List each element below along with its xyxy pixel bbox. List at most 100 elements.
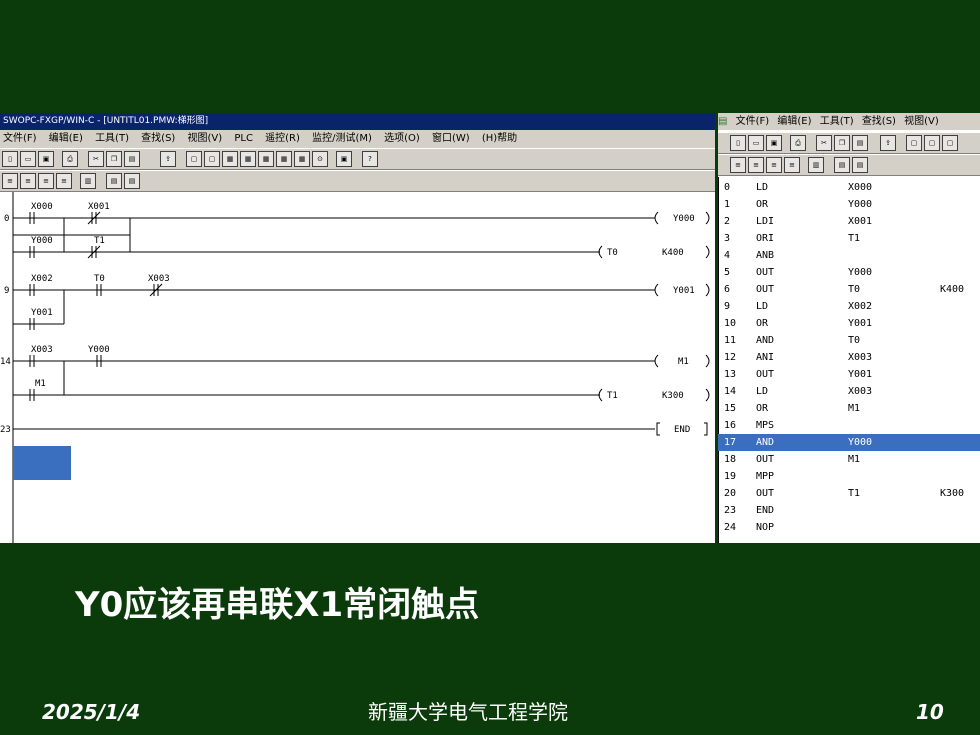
list-item[interactable]: 4 ANB [718, 247, 980, 264]
verify-icon[interactable]: ▦ [222, 151, 238, 167]
coil-constant[interactable]: K300 [662, 391, 684, 401]
list-item[interactable]: 1 OR Y000 [718, 196, 980, 213]
menu-find[interactable]: 查找(S) [862, 116, 896, 127]
write-icon[interactable]: ▢ [204, 151, 220, 167]
paste-icon[interactable]: ▤ [852, 135, 868, 151]
open-folder-icon[interactable]: ▭ [748, 135, 764, 151]
list-item[interactable]: 0 LD X000 [718, 179, 980, 196]
verify-icon[interactable]: ▢ [942, 135, 958, 151]
list-item[interactable]: 17 AND Y000 [718, 434, 980, 451]
read-icon[interactable]: ▢ [186, 151, 202, 167]
read-icon[interactable]: ▢ [906, 135, 922, 151]
zoom-in-icon[interactable]: ▤ [106, 173, 122, 189]
list-item[interactable]: 15 OR M1 [718, 400, 980, 417]
list-item[interactable]: 12 ANI X003 [718, 349, 980, 366]
list-item[interactable]: 9 LD X002 [718, 298, 980, 315]
contact-label[interactable]: Y001 [31, 308, 53, 318]
menu-tools[interactable]: 工具(T) [820, 116, 854, 127]
list-item[interactable]: 20 OUT T1 K300 [718, 485, 980, 502]
menu-options[interactable]: 选项(O) [384, 133, 420, 144]
instruction-view-icon[interactable]: ≡ [748, 157, 764, 173]
cursor-block[interactable] [13, 446, 71, 480]
menu-view[interactable]: 视图(V) [904, 116, 939, 127]
menu-help[interactable]: (H)帮助 [482, 133, 517, 144]
device-y-icon[interactable]: ▦ [240, 151, 256, 167]
contact-label[interactable]: X000 [31, 202, 53, 212]
menu-file[interactable]: 文件(F) [736, 116, 770, 127]
contact-label[interactable]: X002 [31, 274, 53, 284]
list-item[interactable]: 18 OUT M1 [718, 451, 980, 468]
list-item[interactable]: 3 ORI T1 [718, 230, 980, 247]
zoom-out-icon[interactable]: ▤ [852, 157, 868, 173]
help-icon[interactable]: ? [362, 151, 378, 167]
binoculars-icon[interactable]: ⊙ [312, 151, 328, 167]
zoom-out-icon[interactable]: ▤ [124, 173, 140, 189]
list-item[interactable]: 23 END [718, 502, 980, 519]
transfer-icon[interactable]: ⇪ [880, 135, 896, 151]
list-item[interactable]: 24 NOP [718, 519, 980, 536]
list-item[interactable]: 2 LDI X001 [718, 213, 980, 230]
list-item[interactable]: 11 AND T0 [718, 332, 980, 349]
menu-file[interactable]: 文件(F) [3, 133, 37, 144]
cut-icon[interactable]: ✂ [816, 135, 832, 151]
list-item[interactable]: 5 OUT Y000 [718, 264, 980, 281]
save-icon[interactable]: ▣ [766, 135, 782, 151]
grid-icon[interactable]: ▥ [808, 157, 824, 173]
contact-label[interactable]: X003 [31, 345, 53, 355]
menu-edit[interactable]: 编辑(E) [49, 133, 83, 144]
list-item[interactable]: 10 OR Y001 [718, 315, 980, 332]
paste-icon[interactable]: ▤ [124, 151, 140, 167]
ladder-view-icon[interactable]: ≡ [730, 157, 746, 173]
sfc-view-icon[interactable]: ≡ [38, 173, 54, 189]
new-file-icon[interactable]: ▯ [2, 151, 18, 167]
list-item[interactable]: 13 OUT Y001 [718, 366, 980, 383]
write-icon[interactable]: ▢ [924, 135, 940, 151]
coil-constant[interactable]: K400 [662, 248, 684, 258]
device-x-icon[interactable]: ▦ [276, 151, 292, 167]
menu-monitor-test[interactable]: 监控/测试(M) [312, 133, 372, 144]
sfc-view-icon[interactable]: ≡ [766, 157, 782, 173]
contact-label[interactable]: X001 [88, 202, 110, 212]
copy-icon[interactable]: ❐ [106, 151, 122, 167]
coil-label[interactable]: T1 [607, 391, 618, 401]
coil-label[interactable]: Y001 [673, 286, 695, 296]
list-item[interactable]: 16 MPS [718, 417, 980, 434]
menu-window[interactable]: 窗口(W) [432, 133, 470, 144]
transfer-icon[interactable]: ⇪ [160, 151, 176, 167]
cut-icon[interactable]: ✂ [88, 151, 104, 167]
comment-view-icon[interactable]: ≡ [784, 157, 800, 173]
contact-label[interactable]: X003 [148, 274, 170, 284]
print-icon[interactable]: ⎙ [62, 151, 78, 167]
list-item[interactable]: 6 OUT T0 K400 [718, 281, 980, 298]
end-instruction[interactable]: END [674, 425, 690, 435]
device-m-icon[interactable]: ▦ [258, 151, 274, 167]
contact-label[interactable]: T0 [94, 274, 105, 284]
menu-find[interactable]: 查找(S) [141, 133, 175, 144]
contact-label[interactable]: Y000 [31, 236, 53, 246]
menu-view[interactable]: 视图(V) [188, 133, 223, 144]
comment-view-icon[interactable]: ≡ [56, 173, 72, 189]
zoom-in-icon[interactable]: ▤ [834, 157, 850, 173]
ladder-view-icon[interactable]: ≡ [2, 173, 18, 189]
contact-label[interactable]: T1 [94, 236, 105, 246]
menu-remote[interactable]: 遥控(R) [265, 133, 300, 144]
menu-edit[interactable]: 编辑(E) [777, 116, 811, 127]
list-item[interactable]: 14 LD X003 [718, 383, 980, 400]
save-icon[interactable]: ▣ [38, 151, 54, 167]
contact-label[interactable]: Y000 [88, 345, 110, 355]
instruction-view-icon[interactable]: ≡ [20, 173, 36, 189]
grid-icon[interactable]: ▥ [80, 173, 96, 189]
list-item[interactable]: 19 MPP [718, 468, 980, 485]
open-folder-icon[interactable]: ▭ [20, 151, 36, 167]
coil-label[interactable]: Y000 [673, 214, 695, 224]
print-icon[interactable]: ⎙ [790, 135, 806, 151]
menu-plc[interactable]: PLC [234, 133, 253, 144]
coil-label[interactable]: T0 [607, 248, 618, 258]
new-file-icon[interactable]: ▯ [730, 135, 746, 151]
contact-label[interactable]: M1 [35, 379, 46, 389]
find-icon[interactable]: ▦ [294, 151, 310, 167]
menu-tools[interactable]: 工具(T) [95, 133, 129, 144]
coil-label[interactable]: M1 [678, 357, 689, 367]
copy-icon[interactable]: ❐ [834, 135, 850, 151]
window-icon[interactable]: ▣ [336, 151, 352, 167]
